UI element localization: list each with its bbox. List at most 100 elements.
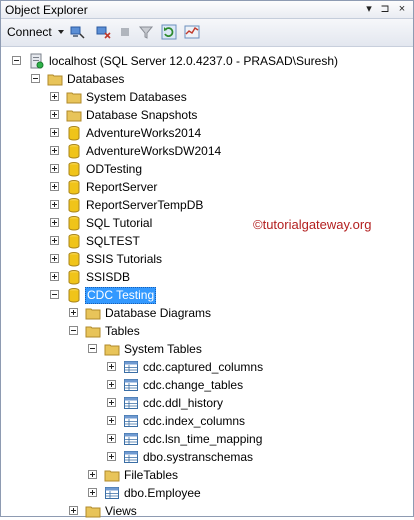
panel-titlebar: Object Explorer ▾ ⊐ × <box>1 1 413 19</box>
tree-node-label: SQLTEST <box>86 234 140 248</box>
expand-icon[interactable] <box>50 254 59 263</box>
tree-node-cdc-testing[interactable]: CDC Testing <box>1 286 413 304</box>
expand-icon[interactable] <box>69 308 78 317</box>
database-icon <box>68 288 80 303</box>
tree-node-table[interactable]: dbo.systranschemas <box>1 448 413 466</box>
tree-node-tables[interactable]: Tables <box>1 322 413 340</box>
database-icon <box>68 126 80 141</box>
connect-object-explorer-icon[interactable] <box>69 24 85 40</box>
server-icon <box>30 53 44 69</box>
table-icon <box>124 433 138 445</box>
expand-icon[interactable] <box>50 218 59 227</box>
collapse-icon[interactable] <box>12 56 21 65</box>
collapse-icon[interactable] <box>88 344 97 353</box>
tree-node-table[interactable]: cdc.captured_columns <box>1 358 413 376</box>
expand-icon[interactable] <box>88 488 97 497</box>
connect-dropdown-icon[interactable] <box>58 30 64 34</box>
tree-node-database[interactable]: SSISDB <box>1 268 413 286</box>
tree-node-system-tables[interactable]: System Tables <box>1 340 413 358</box>
tree-node-table[interactable]: cdc.index_columns <box>1 412 413 430</box>
tree-node-label: Database Diagrams <box>105 306 212 320</box>
tree-node-database-diagrams[interactable]: Database Diagrams <box>1 304 413 322</box>
activity-monitor-icon[interactable] <box>184 24 200 40</box>
expand-icon[interactable] <box>107 416 116 425</box>
panel-title: Object Explorer <box>5 3 88 17</box>
tree-node-server[interactable]: localhost (SQL Server 12.0.4237.0 - PRAS… <box>1 52 413 70</box>
auto-hide-pin-icon[interactable]: ⊐ <box>378 2 392 16</box>
database-icon <box>68 180 80 195</box>
expand-icon[interactable] <box>107 434 116 443</box>
table-icon <box>124 361 138 373</box>
expand-icon[interactable] <box>50 146 59 155</box>
expand-icon[interactable] <box>50 236 59 245</box>
table-icon <box>124 451 138 463</box>
filter-icon[interactable] <box>138 24 154 40</box>
collapse-icon[interactable] <box>31 74 40 83</box>
expand-icon[interactable] <box>107 362 116 371</box>
expand-icon[interactable] <box>50 272 59 281</box>
tree-node-label: FileTables <box>124 468 179 482</box>
tree-node-table-employee[interactable]: dbo.Employee <box>1 484 413 502</box>
tree-node-database[interactable]: SSIS Tutorials <box>1 250 413 268</box>
close-icon[interactable]: × <box>395 2 409 16</box>
database-icon <box>68 234 80 249</box>
tree-node-database[interactable]: ODTesting <box>1 160 413 178</box>
tree-node-database[interactable]: AdventureWorks2014 <box>1 124 413 142</box>
tree-node-label: SSISDB <box>86 270 131 284</box>
tree-node-label: AdventureWorksDW2014 <box>86 144 222 158</box>
expand-icon[interactable] <box>107 380 116 389</box>
table-icon <box>124 415 138 427</box>
tree-node-label: SQL Tutorial <box>86 216 153 230</box>
expand-icon[interactable] <box>50 128 59 137</box>
expand-icon[interactable] <box>69 506 78 515</box>
stop-icon[interactable] <box>117 24 133 40</box>
expand-icon[interactable] <box>88 470 97 479</box>
tree-node-label: cdc.index_columns <box>143 414 246 428</box>
expand-icon[interactable] <box>107 398 116 407</box>
tree-node-table[interactable]: cdc.change_tables <box>1 376 413 394</box>
expand-icon[interactable] <box>50 164 59 173</box>
refresh-icon[interactable] <box>161 24 177 40</box>
tree-node-label: System Tables <box>124 342 202 356</box>
expand-icon[interactable] <box>50 182 59 191</box>
tree-node-label-selected: CDC Testing <box>85 287 157 304</box>
folder-icon <box>47 74 63 86</box>
database-icon <box>68 252 80 267</box>
expand-icon[interactable] <box>50 92 59 101</box>
folder-icon <box>85 308 101 320</box>
disconnect-icon[interactable] <box>95 24 111 40</box>
tree-node-label: cdc.captured_columns <box>143 360 264 374</box>
tree-node-filetables[interactable]: FileTables <box>1 466 413 484</box>
folder-icon <box>66 110 82 122</box>
tree-node-database-snapshots[interactable]: Database Snapshots <box>1 106 413 124</box>
tree-node-views[interactable]: Views <box>1 502 413 520</box>
tree-node-database[interactable]: ReportServer <box>1 178 413 196</box>
object-explorer-panel: Object Explorer ▾ ⊐ × Connect localhost … <box>0 0 414 520</box>
database-icon <box>68 270 80 285</box>
collapse-icon[interactable] <box>50 290 59 299</box>
expand-icon[interactable] <box>107 452 116 461</box>
tree-node-database[interactable]: SQLTEST <box>1 232 413 250</box>
tree-node-table[interactable]: cdc.lsn_time_mapping <box>1 430 413 448</box>
tree-node-label: Database Snapshots <box>86 108 198 122</box>
tree-node-label: dbo.systranschemas <box>143 450 254 464</box>
tree-node-system-databases[interactable]: System Databases <box>1 88 413 106</box>
toolbar: Connect <box>1 19 413 47</box>
folder-icon <box>104 344 120 356</box>
tree-node-label: ReportServerTempDB <box>86 198 204 212</box>
watermark-text: ©tutorialgateway.org <box>253 217 372 232</box>
tree-node-label: AdventureWorks2014 <box>86 126 202 140</box>
tree-node-table[interactable]: cdc.ddl_history <box>1 394 413 412</box>
tree-node-label: ODTesting <box>86 162 143 176</box>
tree-node-database[interactable]: ReportServerTempDB <box>1 196 413 214</box>
connect-button[interactable]: Connect <box>7 25 52 39</box>
tree-node-label: Tables <box>105 324 140 338</box>
expand-icon[interactable] <box>50 200 59 209</box>
tree-node-databases[interactable]: Databases <box>1 70 413 88</box>
database-icon <box>68 162 80 177</box>
folder-icon <box>85 326 101 338</box>
expand-icon[interactable] <box>50 110 59 119</box>
tree-node-database[interactable]: AdventureWorksDW2014 <box>1 142 413 160</box>
window-position-dropdown-icon[interactable]: ▾ <box>362 2 376 16</box>
collapse-icon[interactable] <box>69 326 78 335</box>
